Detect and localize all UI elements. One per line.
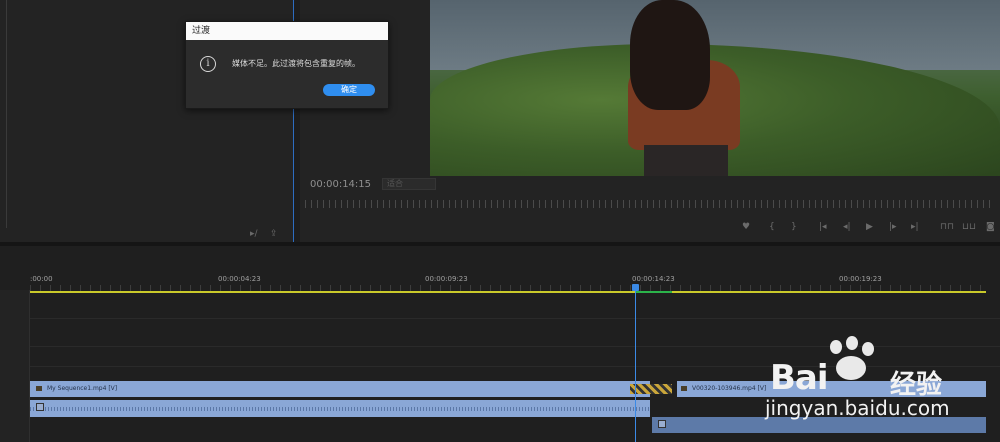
baidu-watermark: Bai 经验 jingyan.baidu.com bbox=[765, 330, 990, 440]
program-timecode[interactable]: 00:00:14:15 bbox=[310, 179, 371, 190]
transition-marker[interactable] bbox=[630, 384, 672, 394]
video-person-skirt bbox=[644, 145, 728, 176]
fx-icon bbox=[36, 386, 42, 391]
ok-button[interactable]: 确定 bbox=[323, 84, 375, 96]
source-panel-inner bbox=[0, 0, 7, 228]
insert-icon[interactable]: ▸/ bbox=[250, 229, 258, 239]
ruler-label-3: 00:00:14:23 bbox=[632, 275, 675, 283]
ruler-label-4: 00:00:19:23 bbox=[839, 275, 882, 283]
dialog-title: 过渡 bbox=[186, 22, 388, 40]
video-person-hair bbox=[630, 0, 710, 110]
fx-badge-icon bbox=[36, 403, 44, 411]
extract-icon[interactable]: ⊔⊔ bbox=[962, 222, 976, 232]
baidu-paw-logo-icon bbox=[822, 336, 882, 386]
step-forward-icon[interactable]: |▸ bbox=[889, 222, 897, 232]
mark-out-icon[interactable]: } bbox=[791, 222, 797, 232]
ruler-label-0: :00:00 bbox=[30, 275, 53, 283]
fx-icon bbox=[681, 386, 687, 391]
audio-clip-1[interactable] bbox=[30, 400, 650, 417]
clip-label: V00320-103946.mp4 [V] bbox=[681, 385, 766, 392]
fx-badge-icon bbox=[658, 420, 666, 428]
fit-dropdown[interactable]: 适合 bbox=[382, 178, 436, 190]
render-bar bbox=[636, 291, 672, 293]
program-video-frame bbox=[430, 0, 1000, 176]
dialog-message: 媒体不足。此过渡将包含重复的帧。 bbox=[232, 59, 360, 68]
export-frame-icon[interactable]: ⇪ bbox=[270, 229, 278, 239]
ruler-label-2: 00:00:09:23 bbox=[425, 275, 468, 283]
playhead-handle[interactable] bbox=[632, 284, 639, 291]
step-back-icon[interactable]: ◂| bbox=[843, 222, 851, 232]
go-to-in-icon[interactable]: |◂ bbox=[819, 222, 827, 232]
transition-warning-dialog: 过渡 i 媒体不足。此过渡将包含重复的帧。 确定 bbox=[185, 21, 389, 109]
camera-icon[interactable]: ◙ bbox=[986, 222, 995, 232]
play-icon[interactable]: ▶ bbox=[866, 222, 873, 232]
playhead[interactable] bbox=[635, 285, 636, 442]
go-to-out-icon[interactable]: ▸| bbox=[911, 222, 919, 232]
track-divider bbox=[30, 318, 1000, 319]
mark-in-icon[interactable]: { bbox=[769, 222, 775, 232]
program-time-ruler[interactable] bbox=[305, 200, 995, 208]
track-headers bbox=[0, 290, 30, 442]
ruler-label-1: 00:00:04:23 bbox=[218, 275, 261, 283]
info-icon: i bbox=[200, 56, 216, 72]
lift-icon[interactable]: ⊓⊓ bbox=[940, 222, 954, 232]
watermark-url: jingyan.baidu.com bbox=[765, 396, 950, 420]
work-area-bar[interactable] bbox=[30, 291, 986, 293]
video-clip-my-sequence1[interactable]: My Sequence1.mp4 [V] bbox=[30, 381, 650, 397]
watermark-brand: Bai bbox=[770, 358, 829, 398]
audio-waveform bbox=[30, 407, 650, 411]
marker-icon[interactable]: ♥ bbox=[742, 222, 750, 232]
clip-label: My Sequence1.mp4 [V] bbox=[36, 385, 117, 392]
